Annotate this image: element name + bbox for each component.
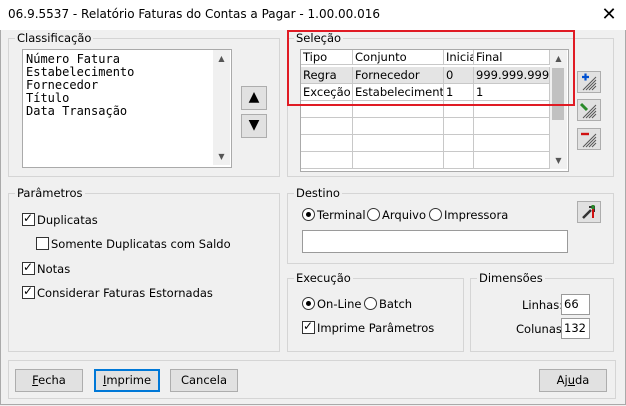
somente-duplicatas-label[interactable]: Somente Duplicatas com Saldo [51,237,231,251]
list-item[interactable]: Número Fatura [26,53,120,65]
table-cell[interactable] [474,118,550,135]
destino-legend: Destino [294,186,342,200]
move-up-icon: ▲ [248,89,260,105]
destino-config-button[interactable] [577,201,601,223]
table-cell[interactable] [474,135,550,152]
estornadas-checkbox[interactable] [22,284,35,299]
imprime-parametros-checkbox[interactable] [302,319,315,334]
terminal-label[interactable]: Terminal [317,208,366,222]
duplicatas-checkbox[interactable] [22,211,35,226]
list-item[interactable]: Fornecedor [26,79,98,91]
tools-icon [582,205,595,219]
ajuda-label-end: da [575,373,590,387]
table-cell[interactable] [301,135,353,152]
imprime-parametros-label[interactable]: Imprime Parâmetros [317,321,434,335]
list-item[interactable]: Título [26,92,69,104]
execucao-group: Execução [287,271,464,352]
table-cell[interactable] [474,152,550,169]
notas-checkbox[interactable] [22,260,35,275]
imprime-label: mprime [106,373,152,387]
close-button[interactable]: ✕ [596,3,622,27]
ajuda-label-start: Aj [556,373,568,387]
arquivo-label[interactable]: Arquivo [382,208,426,222]
move-up-button[interactable]: ▲ [241,86,267,110]
table-cell[interactable] [301,152,353,169]
table-cell[interactable] [353,135,444,152]
window-title: 06.9.5537 - Relatório Faturas do Contas … [8,7,381,21]
scroll-up-icon[interactable]: ▲ [213,50,230,67]
destino-group: Destino [287,186,614,264]
notas-label[interactable]: Notas [37,262,70,276]
plus-icon [582,73,597,91]
table-cell[interactable] [444,135,474,152]
online-label[interactable]: On-Line [317,297,361,311]
execucao-legend: Execução [294,271,353,285]
impressora-label[interactable]: Impressora [444,208,508,222]
table-cell[interactable] [444,118,474,135]
linhas-label: Linhas: [522,298,564,312]
colunas-input[interactable]: 132 [561,318,590,339]
ajuda-mnemonic: u [567,373,575,387]
duplicatas-label[interactable]: Duplicatas [37,213,98,227]
add-row-button[interactable] [577,71,601,93]
dimensoes-legend: Dimensões [477,271,545,285]
arquivo-radio[interactable] [367,208,380,221]
cancela-label: Cancela [180,373,227,387]
pencil-icon [579,102,597,119]
fecha-label: echa [38,373,66,387]
colunas-label: Colunas: [516,322,566,336]
classificacao-listbox[interactable]: Número Fatura Estabelecimento Fornecedor… [22,49,232,168]
linhas-input[interactable]: 66 [561,294,590,315]
fecha-button[interactable]: Fecha [15,369,83,392]
impressora-radio[interactable] [429,208,442,221]
classificacao-legend: Classificação [15,31,94,45]
table-cell[interactable] [353,152,444,169]
online-radio[interactable] [302,297,315,310]
terminal-radio[interactable] [302,208,315,221]
imprime-button[interactable]: Imprime [94,369,160,392]
list-item[interactable]: Estabelecimento [26,66,134,78]
remove-row-button[interactable] [577,128,601,150]
scroll-down-icon[interactable]: ▼ [213,148,230,165]
batch-radio[interactable] [364,297,377,310]
list-item[interactable]: Data Transação [26,105,127,117]
edit-row-button[interactable] [577,99,601,121]
destino-file-input[interactable] [302,230,568,253]
move-down-icon: ▼ [248,117,260,133]
minus-icon [581,132,597,148]
batch-label[interactable]: Batch [379,297,412,311]
table-cell[interactable] [444,152,474,169]
ajuda-button[interactable]: Ajuda [539,369,607,392]
highlight-box [287,30,575,106]
classificacao-scrollbar[interactable]: ▲ ▼ [213,50,230,165]
table-cell[interactable] [301,118,353,135]
dimensoes-group: Dimensões [470,271,614,352]
move-down-button[interactable]: ▼ [241,114,267,138]
table-cell[interactable] [353,118,444,135]
somente-duplicatas-checkbox[interactable] [36,237,49,250]
parametros-legend: Parâmetros [15,186,85,200]
cancela-button[interactable]: Cancela [170,369,238,392]
scroll-down-icon[interactable]: ▼ [550,152,567,169]
estornadas-label[interactable]: Considerar Faturas Estornadas [37,286,213,300]
